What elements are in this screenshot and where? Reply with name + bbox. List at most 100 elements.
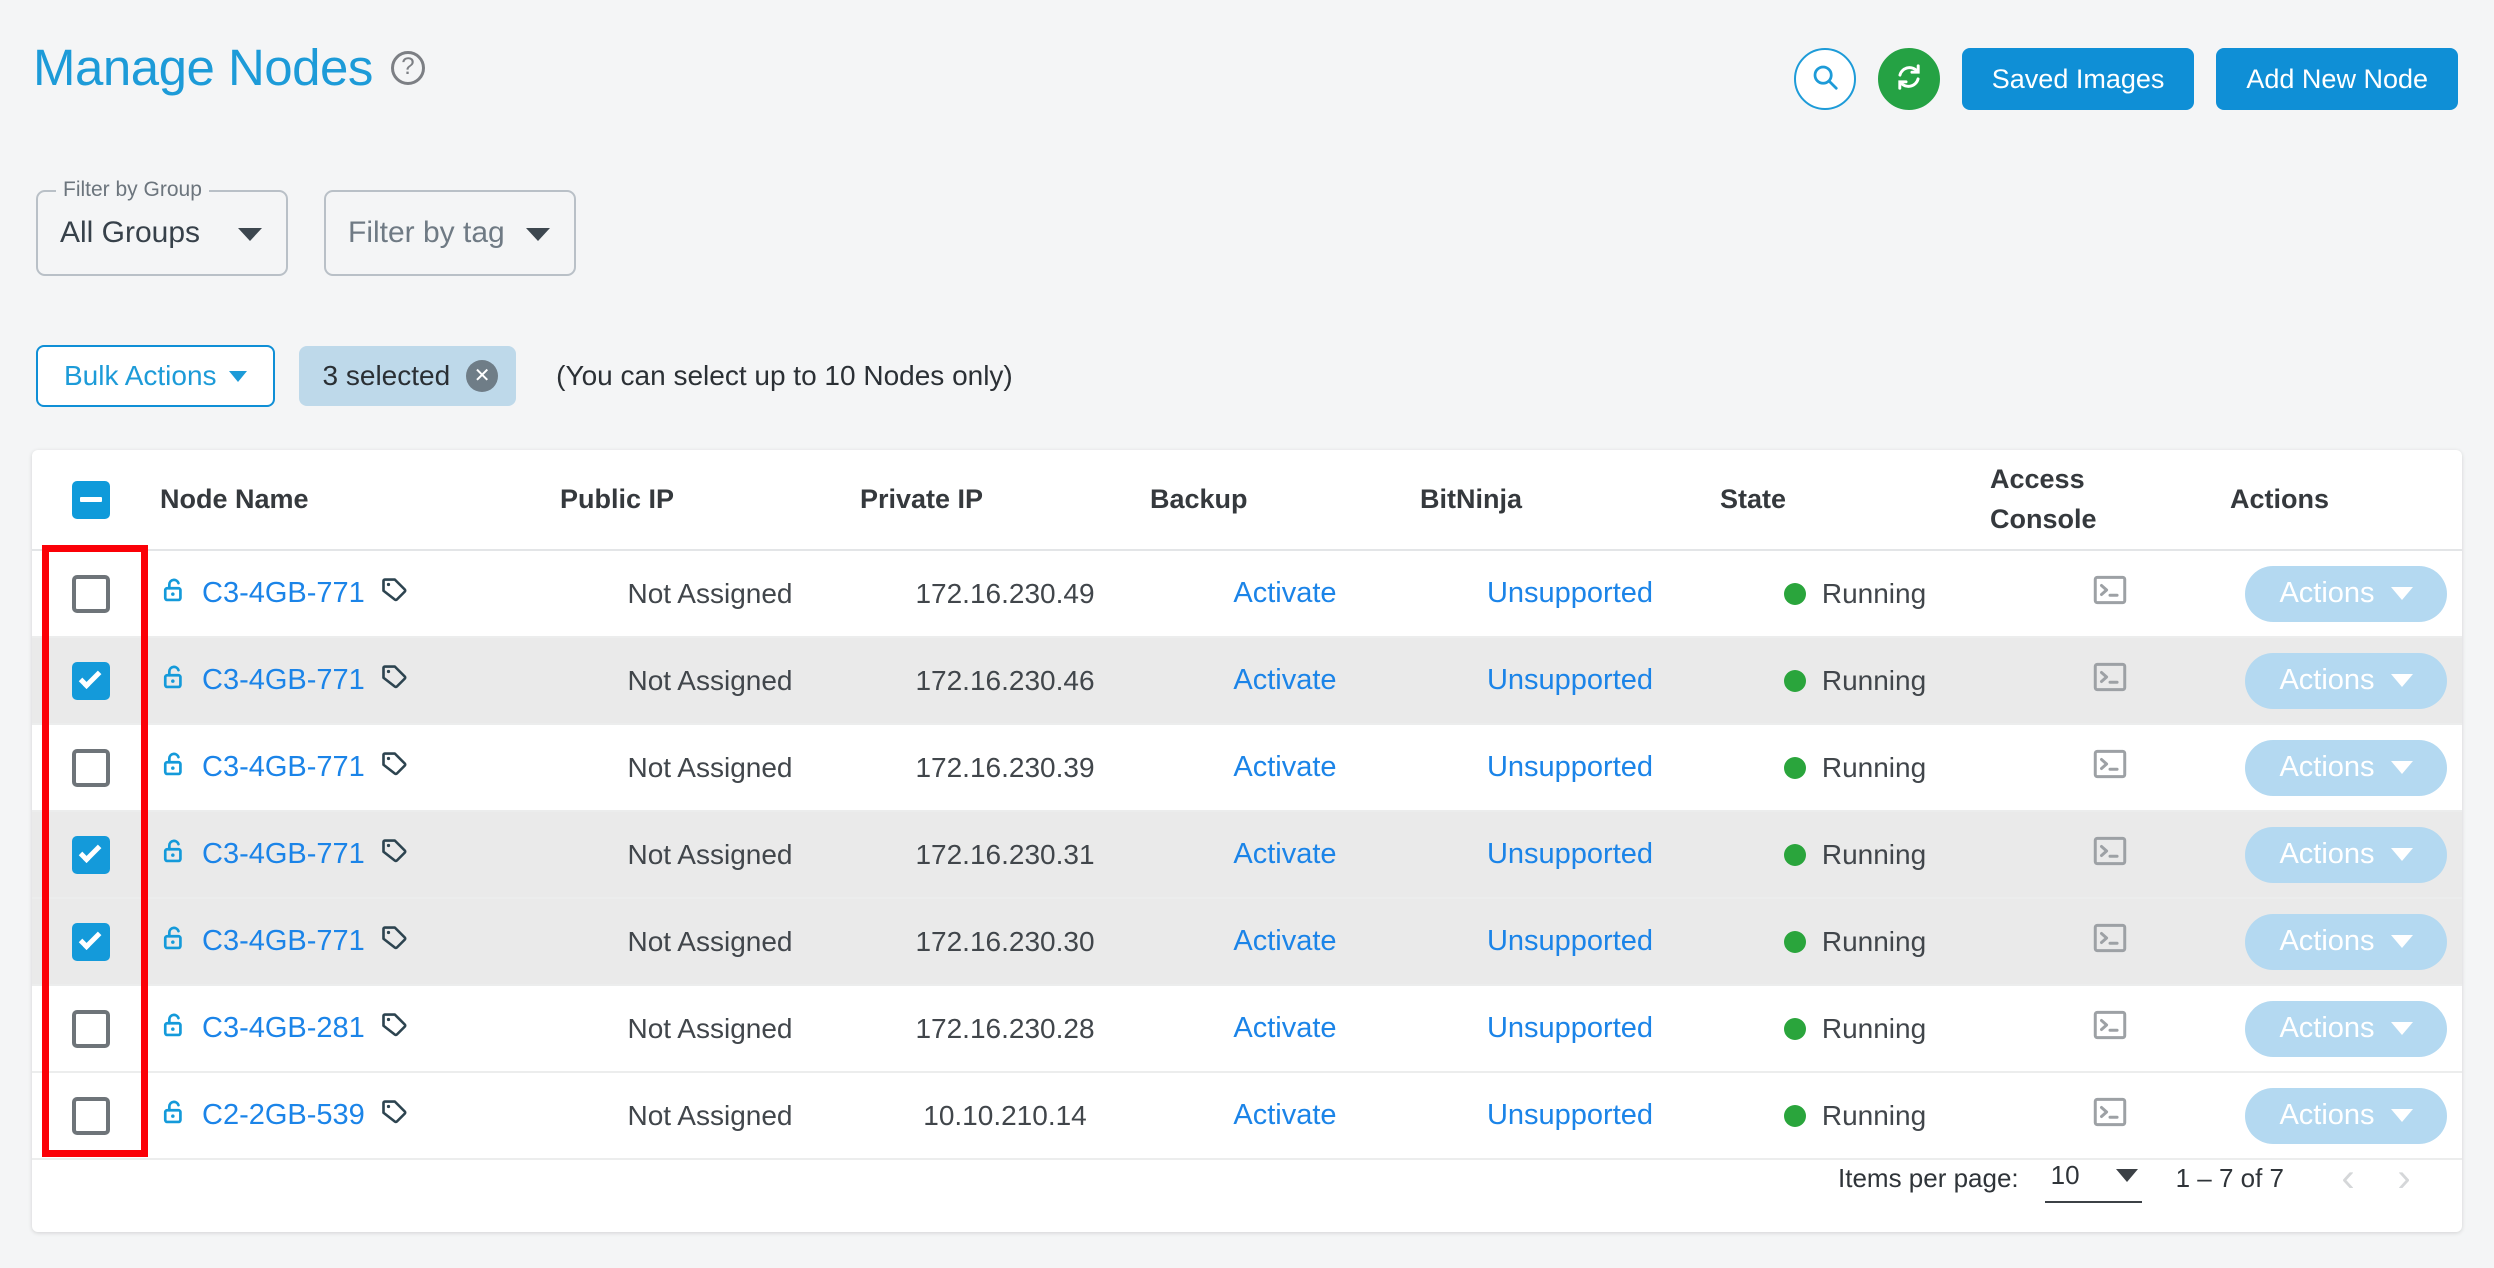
close-circle-icon[interactable]: ✕ [466, 360, 499, 392]
row-actions-button[interactable]: Actions [2245, 1000, 2447, 1057]
unlock-icon[interactable] [160, 576, 188, 611]
saved-images-button[interactable]: Saved Images [1961, 48, 2195, 110]
select-all-checkbox[interactable] [72, 480, 110, 519]
node-name-link[interactable]: C3-4GB-771 [202, 925, 365, 958]
terminal-icon[interactable] [2093, 923, 2127, 960]
add-new-node-button[interactable]: Add New Node [2216, 48, 2458, 110]
row-actions-label: Actions [2279, 838, 2375, 870]
column-header-private-ip[interactable]: Private IP [860, 450, 1150, 551]
table-row[interactable]: C3-4GB-771 Not Assigned 172.16.230.46 Activ… [32, 637, 2462, 725]
row-checkbox[interactable] [72, 1096, 110, 1135]
next-page-button[interactable]: › [2376, 1150, 2432, 1206]
bitninja-status-link[interactable]: Unsupported [1487, 1099, 1653, 1131]
table-row[interactable]: C3-4GB-771 Not Assigned 172.16.230.49 Activ… [32, 550, 2462, 638]
row-checkbox-cell[interactable] [32, 1072, 150, 1160]
public-ip-cell: Not Assigned [560, 985, 860, 1073]
refresh-button[interactable] [1877, 48, 1940, 110]
table-row[interactable]: C3-4GB-281 Not Assigned 172.16.230.28 Activ… [32, 985, 2462, 1073]
row-checkbox-cell[interactable] [32, 724, 150, 812]
unlock-icon[interactable] [160, 924, 188, 959]
table-row[interactable]: C3-4GB-771 Not Assigned 172.16.230.30 Activ… [32, 898, 2462, 986]
row-checkbox-cell[interactable] [32, 550, 150, 638]
selected-count-chip[interactable]: 3 selected ✕ [298, 346, 517, 406]
chevron-down-icon [2390, 587, 2413, 600]
unlock-icon[interactable] [160, 1011, 188, 1046]
unlock-icon[interactable] [160, 1098, 188, 1133]
bitninja-status-link[interactable]: Unsupported [1487, 925, 1653, 957]
terminal-icon[interactable] [2093, 836, 2127, 873]
filter-by-tag-select[interactable]: Filter by tag [324, 190, 576, 276]
state-cell: Running [1720, 898, 1990, 986]
tag-icon[interactable] [379, 575, 409, 612]
search-button[interactable] [1793, 48, 1856, 110]
help-circle-icon[interactable]: ? [390, 50, 425, 85]
backup-activate-link[interactable]: Activate [1233, 751, 1336, 783]
column-header-state[interactable]: State [1720, 450, 1990, 551]
column-header-backup[interactable]: Backup [1150, 450, 1420, 551]
backup-activate-link[interactable]: Activate [1233, 664, 1336, 696]
bitninja-status-link[interactable]: Unsupported [1487, 1012, 1653, 1044]
row-actions-button[interactable]: Actions [2245, 565, 2447, 622]
terminal-icon[interactable] [2093, 1010, 2127, 1047]
bitninja-cell: Unsupported [1420, 637, 1720, 725]
row-checkbox[interactable] [72, 1009, 110, 1048]
bitninja-status-link[interactable]: Unsupported [1487, 751, 1653, 783]
backup-activate-link[interactable]: Activate [1233, 925, 1336, 957]
unlock-icon[interactable] [160, 750, 188, 785]
node-name-cell: C2-2GB-539 [150, 1072, 560, 1160]
previous-page-button[interactable]: ‹ [2320, 1150, 2376, 1206]
row-actions-button[interactable]: Actions [2245, 652, 2447, 709]
filter-by-group-select[interactable]: Filter by Group All Groups [36, 178, 288, 276]
row-checkbox-cell[interactable] [32, 898, 150, 986]
table-row[interactable]: C3-4GB-771 Not Assigned 172.16.230.31 Activ… [32, 811, 2462, 899]
tag-icon[interactable] [379, 662, 409, 699]
row-actions-button[interactable]: Actions [2245, 739, 2447, 796]
terminal-icon[interactable] [2093, 749, 2127, 786]
row-actions-button[interactable]: Actions [2245, 826, 2447, 883]
row-checkbox[interactable] [72, 748, 110, 787]
row-checkbox-cell[interactable] [32, 811, 150, 899]
column-header-public-ip[interactable]: Public IP [560, 450, 860, 551]
column-header-access-console[interactable]: Access Console [1990, 450, 2230, 551]
bulk-actions-button[interactable]: Bulk Actions [36, 345, 275, 407]
tag-icon[interactable] [379, 1097, 409, 1134]
tag-icon[interactable] [379, 1010, 409, 1047]
status-dot-icon [1783, 1017, 1806, 1040]
node-name-link[interactable]: C3-4GB-281 [202, 1012, 365, 1045]
bitninja-cell: Unsupported [1420, 898, 1720, 986]
row-checkbox[interactable] [72, 835, 110, 874]
backup-activate-link[interactable]: Activate [1233, 1012, 1336, 1044]
backup-activate-link[interactable]: Activate [1233, 577, 1336, 609]
unlock-icon[interactable] [160, 663, 188, 698]
column-header-node-name[interactable]: Node Name [150, 450, 560, 551]
row-actions-button[interactable]: Actions [2245, 913, 2447, 970]
tag-icon[interactable] [379, 836, 409, 873]
bitninja-status-link[interactable]: Unsupported [1487, 838, 1653, 870]
node-name-link[interactable]: C2-2GB-539 [202, 1099, 365, 1132]
node-name-link[interactable]: C3-4GB-771 [202, 751, 365, 784]
actions-cell: Actions [2230, 898, 2462, 986]
terminal-icon[interactable] [2093, 662, 2127, 699]
backup-activate-link[interactable]: Activate [1233, 1099, 1336, 1131]
row-checkbox-cell[interactable] [32, 985, 150, 1073]
terminal-icon[interactable] [2093, 575, 2127, 612]
tag-icon[interactable] [379, 923, 409, 960]
table-row[interactable]: C3-4GB-771 Not Assigned 172.16.230.39 Activ… [32, 724, 2462, 812]
row-checkbox[interactable] [72, 661, 110, 700]
row-checkbox-cell[interactable] [32, 637, 150, 725]
items-per-page-select[interactable]: 10 [2044, 1154, 2142, 1203]
bitninja-status-link[interactable]: Unsupported [1487, 577, 1653, 609]
backup-activate-link[interactable]: Activate [1233, 838, 1336, 870]
backup-cell: Activate [1150, 985, 1420, 1073]
tag-icon[interactable] [379, 749, 409, 786]
row-checkbox[interactable] [72, 922, 110, 961]
bitninja-status-link[interactable]: Unsupported [1487, 664, 1653, 696]
node-name-link[interactable]: C3-4GB-771 [202, 577, 365, 610]
node-name-link[interactable]: C3-4GB-771 [202, 664, 365, 697]
row-checkbox[interactable] [72, 574, 110, 613]
public-ip-cell: Not Assigned [560, 724, 860, 812]
column-header-bitninja[interactable]: BitNinja [1420, 450, 1720, 551]
unlock-icon[interactable] [160, 837, 188, 872]
node-name-link[interactable]: C3-4GB-771 [202, 838, 365, 871]
column-header-actions[interactable]: Actions [2230, 450, 2462, 551]
